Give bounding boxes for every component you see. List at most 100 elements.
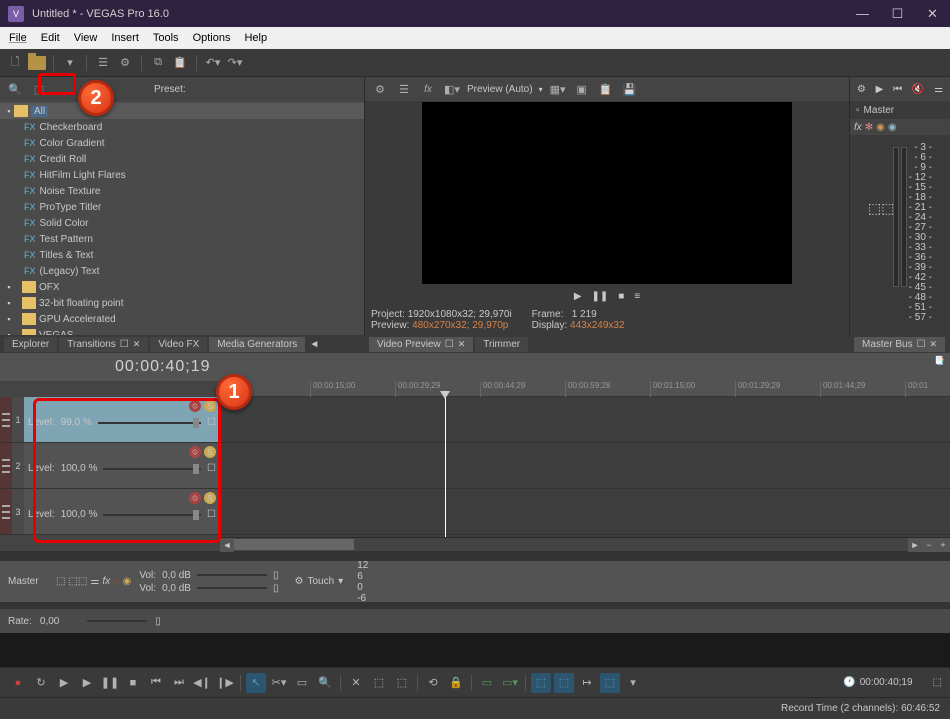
options-icon[interactable]: ≡ <box>634 291 640 302</box>
loop-button[interactable]: ↻ <box>31 673 51 693</box>
tree-item[interactable]: FXTest Pattern <box>0 231 364 247</box>
sync-cursor-button[interactable]: ⬚ <box>600 673 620 693</box>
time-ruler[interactable]: 00:00:15;00 00:00:29;29 00:00:44;29 00:0… <box>220 381 950 397</box>
scroll-arrow-icon[interactable]: ◄ <box>309 339 319 350</box>
tree-item[interactable]: FXHitFilm Light Flares <box>0 167 364 183</box>
bypass-fx-icon[interactable]: ⦸ <box>189 492 201 504</box>
tree-item[interactable]: FXNoise Texture <box>0 183 364 199</box>
tree-folder-item[interactable]: ▪32-bit floating point <box>0 295 364 311</box>
track-lane-2[interactable] <box>220 443 950 489</box>
touch-mode-dropdown[interactable]: Touch <box>307 576 334 587</box>
tree-item[interactable]: FXProType Titler <box>0 199 364 215</box>
slider-handle-icon[interactable]: ▯ <box>273 570 279 581</box>
zoom-out-icon[interactable]: − <box>922 538 936 552</box>
tree-item[interactable]: FXCheckerboard <box>0 119 364 135</box>
marker-icon[interactable]: 📑 <box>935 355 944 365</box>
save-icon[interactable]: ▾ <box>61 54 79 72</box>
bypass-fx-icon[interactable]: ⦸ <box>189 400 201 412</box>
fx-button[interactable]: fx <box>419 80 437 98</box>
stop-button[interactable]: ■ <box>618 291 624 302</box>
gear-icon[interactable]: ✻ <box>865 122 873 133</box>
stop-button[interactable]: ■ <box>123 673 143 693</box>
menu-insert[interactable]: Insert <box>104 30 146 46</box>
preview-mode-dropdown[interactable]: Preview (Auto) <box>467 84 533 95</box>
automation-icon[interactable]: S <box>204 492 216 504</box>
mute-icon[interactable]: ⦸ <box>113 576 120 587</box>
search-icon[interactable]: 🔍 <box>6 80 24 98</box>
tool-dropdown-icon[interactable]: ✂▾ <box>269 673 289 693</box>
timeline-content[interactable] <box>220 397 950 537</box>
zoom-in-icon[interactable]: + <box>936 538 950 552</box>
snap-grid-button[interactable]: ⬚ <box>369 673 389 693</box>
sliders-icon[interactable]: ⚌ <box>90 576 99 587</box>
close-button[interactable]: ✕ <box>915 0 950 27</box>
next-frame-button[interactable]: ❙▶ <box>215 673 235 693</box>
tree-root[interactable]: ▪All <box>0 103 364 119</box>
scroll-left-icon[interactable]: ◄ <box>220 538 234 552</box>
plugin-icon[interactable]: ⬚ <box>30 80 48 98</box>
tab-transitions[interactable]: Transitions☐✕ <box>59 337 148 352</box>
level-slider[interactable] <box>103 514 201 516</box>
save-snapshot-icon[interactable]: 💾 <box>621 80 639 98</box>
maximize-button[interactable]: ☐ <box>880 0 915 27</box>
selection-tool[interactable]: ▭ <box>292 673 312 693</box>
dropdown-icon[interactable]: ▾ <box>623 673 643 693</box>
menu-tools[interactable]: Tools <box>146 30 186 46</box>
lock-button[interactable]: 🔒 <box>446 673 466 693</box>
record-button[interactable]: ● <box>8 673 28 693</box>
normal-edit-tool[interactable]: ↖ <box>246 673 266 693</box>
fx-icon[interactable]: fx <box>102 576 110 587</box>
track-fx-icon[interactable]: ☐ <box>207 417 216 428</box>
playhead[interactable] <box>445 397 446 537</box>
play-start-button[interactable]: ▶ <box>54 673 74 693</box>
rate-handle-icon[interactable]: ▯ <box>155 616 161 627</box>
fx-icon[interactable]: ☰ <box>395 80 413 98</box>
insert-icon[interactable]: ⬚ <box>56 576 65 587</box>
tab-media-generators[interactable]: Media Generators <box>209 337 305 352</box>
snap-button[interactable]: ✕ <box>346 673 366 693</box>
tree-item[interactable]: FXCredit Roll <box>0 151 364 167</box>
minimize-button[interactable]: — <box>845 0 880 27</box>
go-start-button[interactable]: ⏮ <box>146 673 166 693</box>
copy-icon[interactable]: ⧉ <box>149 54 167 72</box>
tree-folder-item[interactable]: ▪VEGAS <box>0 327 364 335</box>
level-slider[interactable] <box>103 468 201 470</box>
track-fx-icon[interactable]: ☐ <box>207 463 216 474</box>
tree-item[interactable]: FXColor Gradient <box>0 135 364 151</box>
link-icon[interactable]: ⬚⬚ <box>868 200 894 217</box>
crossfade-mode-button[interactable]: ▭▾ <box>500 673 520 693</box>
tab-explorer[interactable]: Explorer <box>4 337 57 352</box>
automation-icon[interactable]: S <box>204 400 216 412</box>
tree-item[interactable]: FXSolid Color <box>0 215 364 231</box>
rewind-icon[interactable]: ⏮ <box>893 84 902 95</box>
split-icon[interactable]: ◧▾ <box>443 80 461 98</box>
dim-icon[interactable]: 🔇 <box>912 84 924 95</box>
prev-frame-button[interactable]: ◀❙ <box>192 673 212 693</box>
play-button[interactable]: ▶ <box>77 673 97 693</box>
undo-icon[interactable]: ↶▾ <box>204 54 222 72</box>
track-header-3[interactable]: 3 ⦸ S Level: 100,0 % ☐ <box>0 489 220 535</box>
auto-ripple-button[interactable]: ⟲ <box>423 673 443 693</box>
slider-handle-icon[interactable]: ▯ <box>273 583 279 594</box>
open-icon[interactable] <box>28 54 46 72</box>
vol-slider[interactable] <box>197 587 267 589</box>
tab-video-fx[interactable]: Video FX <box>150 337 207 352</box>
scroll-right-icon[interactable]: ► <box>908 538 922 552</box>
auto-crossfade-button[interactable]: ▭ <box>477 673 497 693</box>
automation-icon[interactable]: ◉ <box>888 122 897 133</box>
play-button[interactable]: ▶ <box>574 291 582 302</box>
envelope-tool-2[interactable]: ⬚ <box>554 673 574 693</box>
paste-icon[interactable]: 📋 <box>171 54 189 72</box>
timecode-display[interactable]: 00:00:40;19 <box>115 358 211 376</box>
gear-icon[interactable]: ⚙ <box>371 80 389 98</box>
go-end-button[interactable]: ⏭ <box>169 673 189 693</box>
grid-icon[interactable]: ▦▾ <box>549 80 567 98</box>
tree-folder-item[interactable]: ▪OFX <box>0 279 364 295</box>
level-slider[interactable] <box>98 422 201 424</box>
envelope-tool-1[interactable]: ⬚ <box>531 673 551 693</box>
menu-edit[interactable]: Edit <box>34 30 67 46</box>
new-icon[interactable]: 🗋 <box>6 54 24 72</box>
bypass-fx-icon[interactable]: ⦸ <box>189 446 201 458</box>
menu-help[interactable]: Help <box>237 30 274 46</box>
tab-master-bus[interactable]: Master Bus☐✕ <box>854 337 945 352</box>
